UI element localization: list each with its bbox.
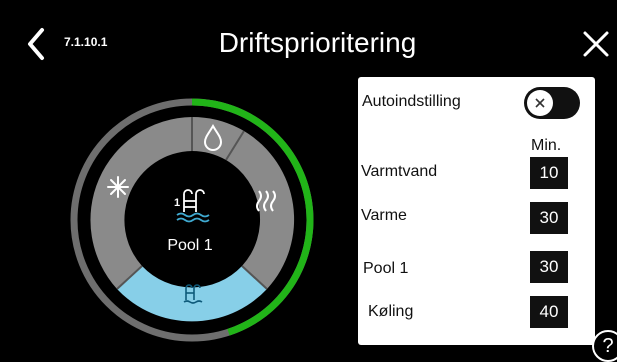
value-heating[interactable]: 30	[530, 202, 568, 234]
segment-cooling[interactable]	[90, 117, 192, 289]
row-label-pool: Pool 1	[363, 260, 409, 277]
close-icon	[583, 31, 609, 57]
row-label-heating: Varme	[361, 207, 407, 224]
value-cooling[interactable]: 40	[530, 296, 568, 328]
row-label-hot-water: Varmtvand	[361, 163, 438, 180]
value-pool[interactable]: 30	[530, 251, 568, 283]
auto-setting-label: Autoindstilling	[362, 93, 461, 110]
pool-waves	[176, 212, 210, 223]
help-button[interactable]: ?	[592, 330, 617, 362]
priority-settings-panel: Autoindstilling Min. Varmtvand 10 Varme …	[358, 77, 595, 345]
pool-1-icon: 1	[174, 189, 205, 212]
min-column-header: Min.	[531, 137, 562, 154]
auto-setting-toggle[interactable]	[524, 87, 580, 119]
segment-heating[interactable]	[226, 131, 295, 289]
segment-pool[interactable]	[117, 266, 267, 322]
close-icon	[535, 98, 545, 108]
row-label-cooling: Køling	[368, 303, 414, 320]
page-title: Driftsprioritering	[218, 27, 417, 58]
dial-center	[125, 153, 259, 287]
header: 7.1.10.1 Driftsprioritering	[0, 0, 617, 80]
close-button[interactable]	[578, 26, 614, 62]
svg-text:1: 1	[174, 197, 180, 209]
dial-center-label: Pool 1	[167, 237, 213, 254]
value-hot-water[interactable]: 10	[530, 157, 568, 189]
toggle-knob	[527, 90, 553, 116]
